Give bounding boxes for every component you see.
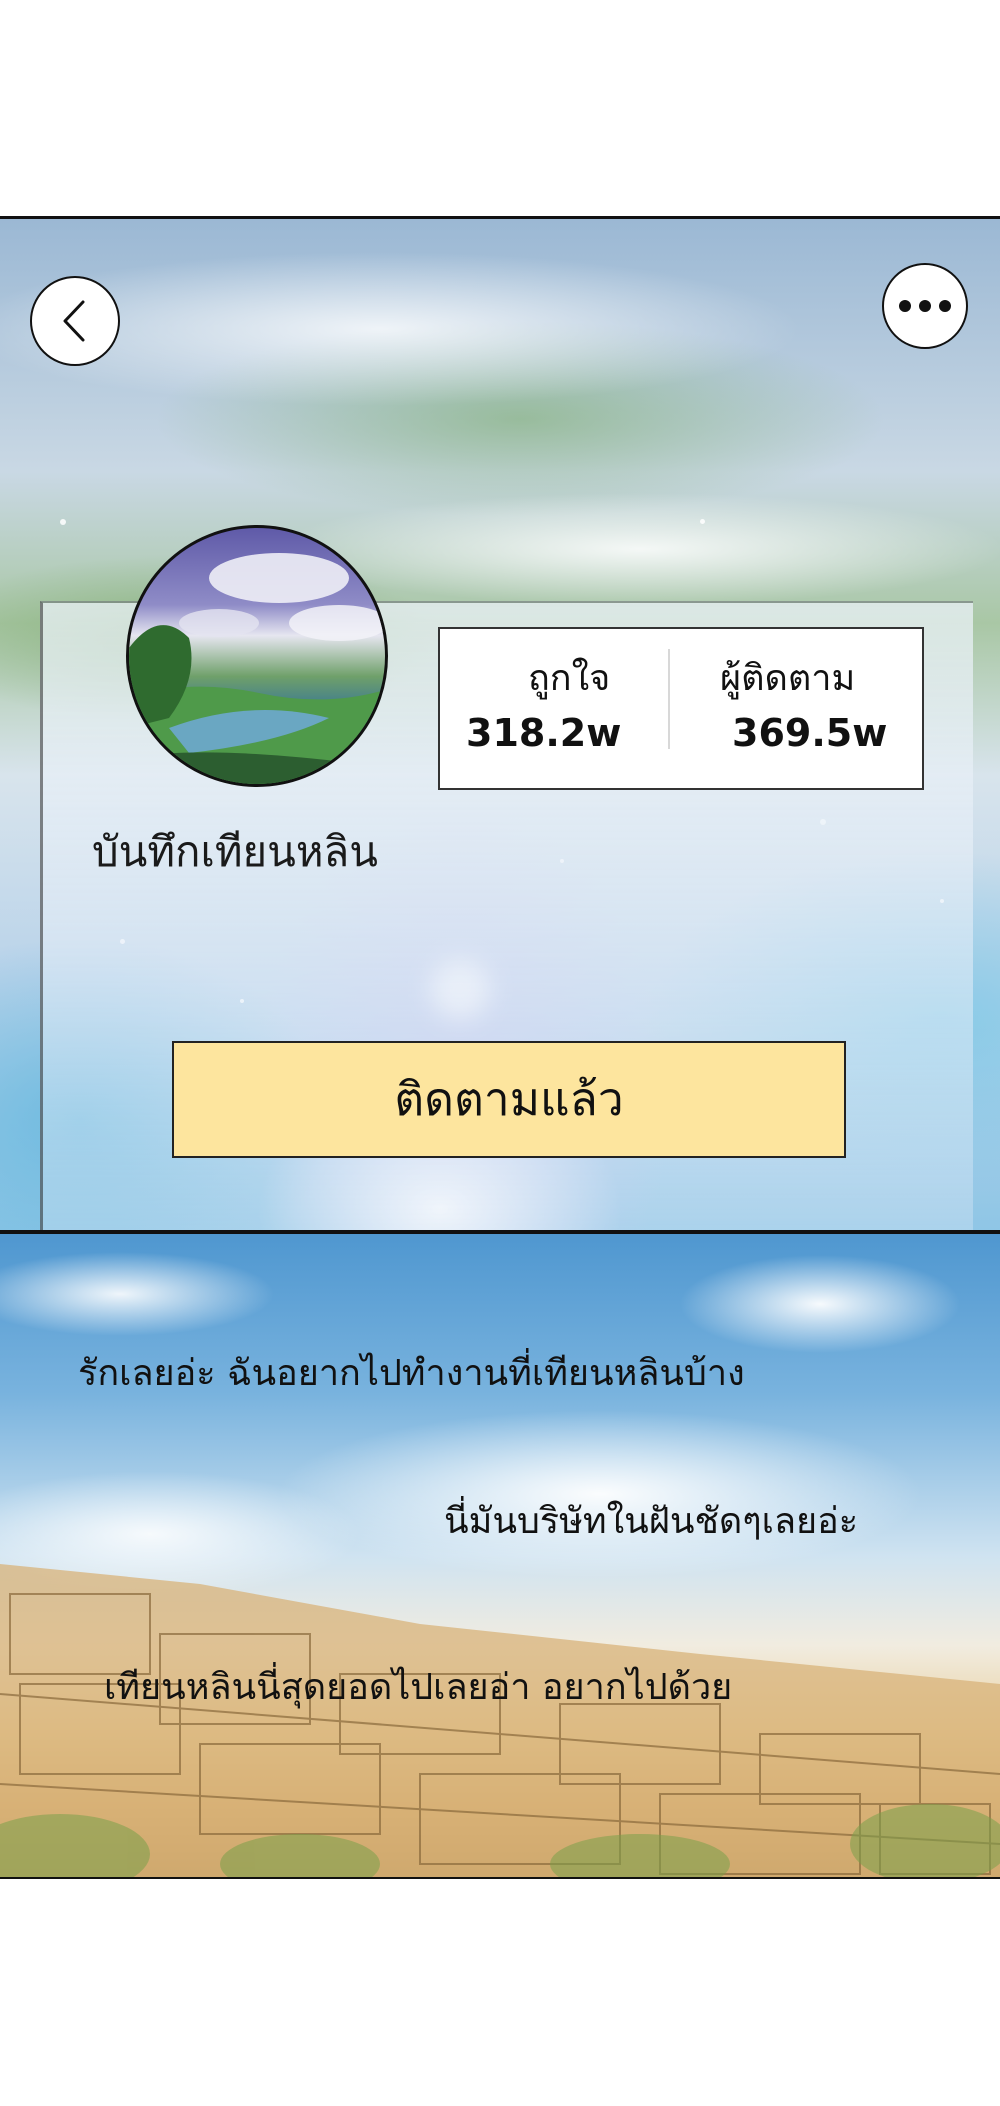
following-button[interactable]: ติดตามแล้ว: [172, 1041, 846, 1158]
stats-box: ถูกใจ 318.2w ผู้ติดตาม 369.5w: [438, 627, 924, 790]
comment-text: เทียนหลินนี่สุดยอดไปเลยอ่า อยากไปด้วย: [104, 1667, 733, 1708]
avatar[interactable]: [126, 525, 388, 787]
likes-value: 318.2w: [466, 711, 622, 755]
comments-panel: รักเลยอ่ะ ฉันอยากไปทำงานที่เทียนหลินบ้าง…: [0, 1232, 1000, 1879]
likes-label: ถูกใจ: [528, 658, 611, 699]
buildings-illustration: [0, 1564, 1000, 1877]
followers-value: 369.5w: [732, 711, 888, 755]
landscape-avatar-image: [129, 553, 385, 784]
profile-username: บันทึกเทียนหลิน: [92, 827, 378, 876]
back-button[interactable]: [30, 276, 120, 366]
sparkle: [60, 519, 66, 525]
comment-text: รักเลยอ่ะ ฉันอยากไปทำงานที่เทียนหลินบ้าง: [78, 1353, 745, 1394]
followers-label: ผู้ติดตาม: [720, 658, 856, 699]
chevron-left-icon: [63, 300, 85, 342]
sparkle: [700, 519, 705, 524]
more-horizontal-icon: [899, 300, 951, 312]
more-options-button[interactable]: [882, 263, 968, 349]
stats-divider: [668, 649, 670, 749]
comment-text: นี่มันบริษัทในฝันชัดๆเลยอ่ะ: [444, 1501, 859, 1542]
profile-panel: ถูกใจ 318.2w ผู้ติดตาม 369.5w บันทึกเทีย…: [0, 216, 1000, 1232]
